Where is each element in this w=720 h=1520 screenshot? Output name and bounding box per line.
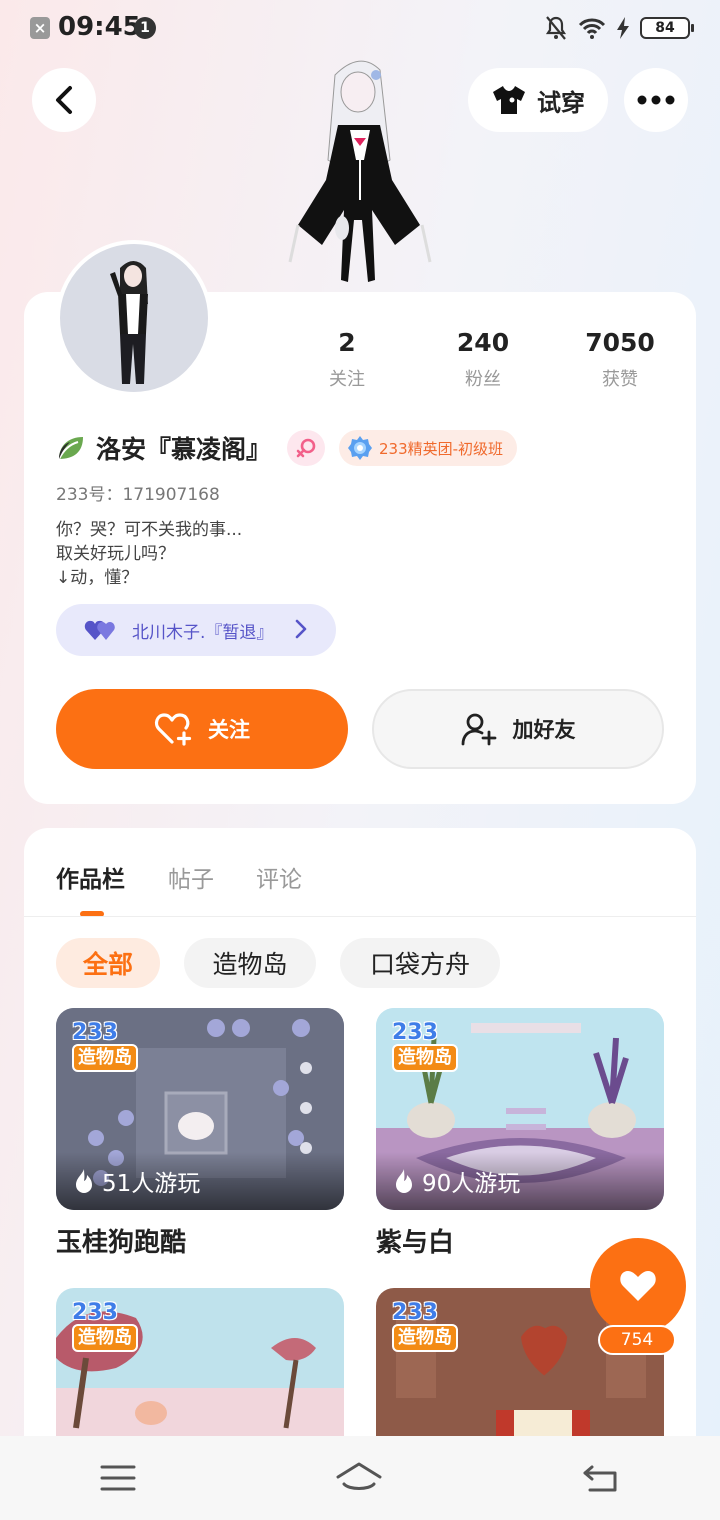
add-friend-label: 加好友 [512, 718, 576, 742]
character-avatar-figure [288, 60, 432, 282]
stat-following[interactable]: 2 关注 [292, 328, 402, 391]
chevron-left-icon [56, 86, 72, 114]
game-card[interactable]: 233 造物岛 [56, 1288, 344, 1436]
heart-icon [620, 1271, 656, 1301]
game-title[interactable]: 紫与白 [376, 1222, 454, 1259]
game-platform-logo-name: 造物岛 [392, 1324, 458, 1352]
game-platform-logo: 233 造物岛 [72, 1022, 142, 1072]
username: 洛安『慕凌阁』 [96, 435, 272, 464]
add-user-icon [461, 713, 496, 746]
avatar-figure [110, 261, 148, 384]
game-platform-logo-number: 233 [72, 1300, 118, 1325]
stat-likes-value: 7050 [585, 328, 655, 357]
play-count: 51人游玩 [102, 1171, 201, 1197]
fan-group-pill[interactable]: 北川木子.『暂退』 [56, 604, 336, 656]
status-time: 09:45 [58, 12, 141, 42]
filter-all[interactable]: 全部 [56, 938, 160, 988]
play-count-overlay: 90人游玩 [376, 1152, 664, 1210]
female-icon [296, 438, 316, 458]
charging-icon [617, 17, 629, 39]
menu-icon[interactable] [100, 1464, 136, 1492]
filter-creation-island[interactable]: 造物岛 [184, 938, 316, 988]
rank-badge[interactable]: 233精英团-初级班 [339, 430, 518, 466]
game-platform-logo-number: 233 [72, 1020, 118, 1045]
game-card[interactable]: 233 造物岛 90人游玩 [376, 1008, 664, 1210]
like-fab-button[interactable] [590, 1238, 686, 1334]
game-platform-logo: 233 造物岛 [392, 1022, 462, 1072]
fan-group-label: 北川木子.『暂退』 [132, 622, 274, 643]
leaf-icon [58, 437, 83, 460]
gender-badge [287, 430, 326, 466]
follow-label: 关注 [208, 718, 250, 742]
follow-button[interactable]: 关注 [56, 689, 348, 769]
name-row: 洛安『慕凌阁』 233精英团-初级班 [56, 428, 518, 468]
double-heart-icon [84, 620, 115, 640]
try-on-button[interactable]: 试穿 [468, 68, 608, 132]
add-friend-button[interactable]: 加好友 [372, 689, 664, 769]
status-icons: 84 [544, 14, 694, 42]
rank-badge-label: 233精英团-初级班 [379, 439, 504, 458]
game-platform-logo-number: 233 [392, 1020, 438, 1045]
like-count-badge: 754 [598, 1325, 676, 1355]
back-button[interactable] [32, 68, 96, 132]
filter-pocket-ark[interactable]: 口袋方舟 [340, 938, 500, 988]
game-title[interactable]: 玉桂狗跑酷 [56, 1222, 186, 1259]
status-bar: × 09:45 1 84 [0, 0, 720, 56]
tab-comments[interactable]: 评论 [256, 860, 302, 894]
flame-icon [76, 1169, 92, 1193]
stat-fans[interactable]: 240 粉丝 [428, 328, 538, 391]
game-platform-logo-name: 造物岛 [72, 1044, 138, 1072]
tshirt-icon [493, 86, 525, 114]
medal-icon [348, 436, 373, 460]
heart-plus-icon [154, 713, 192, 746]
mute-bell-icon [545, 16, 567, 40]
tab-works[interactable]: 作品栏 [56, 860, 125, 894]
play-count: 90人游玩 [422, 1171, 521, 1197]
back-nav-icon[interactable] [582, 1463, 620, 1493]
user-id: 233号：171907168 [56, 485, 220, 505]
wifi-icon [578, 18, 606, 39]
stat-following-value: 2 [338, 328, 356, 357]
home-icon[interactable] [335, 1461, 383, 1495]
system-nav-bar [0, 1436, 720, 1520]
game-platform-logo: 233 造物岛 [72, 1302, 142, 1352]
battery-indicator: 84 [640, 17, 694, 39]
app-notification-icon: × [30, 17, 50, 39]
chevron-right-icon [295, 619, 307, 639]
stat-following-label: 关注 [329, 369, 365, 390]
game-card[interactable]: 233 造物岛 51人游玩 [56, 1008, 344, 1210]
tab-divider [24, 916, 696, 917]
stat-likes-label: 获赞 [602, 369, 638, 390]
play-count-overlay: 51人游玩 [56, 1152, 344, 1210]
tab-posts[interactable]: 帖子 [168, 860, 214, 894]
game-platform-logo-name: 造物岛 [72, 1324, 138, 1352]
user-bio: 你？哭？可不关我的事... 取关好玩儿吗？ ↓动，懂？ [56, 520, 243, 588]
game-platform-logo: 233 造物岛 [392, 1302, 462, 1352]
notification-count-badge: 1 [134, 17, 156, 39]
stat-fans-label: 粉丝 [465, 369, 501, 390]
avatar[interactable] [56, 240, 212, 396]
more-options-button[interactable] [624, 68, 688, 132]
stat-fans-value: 240 [456, 328, 510, 357]
try-on-label: 试穿 [537, 88, 585, 117]
flame-icon [396, 1169, 412, 1193]
stat-likes[interactable]: 7050 获赞 [565, 328, 675, 391]
more-dots-icon [637, 95, 675, 105]
game-platform-logo-number: 233 [392, 1300, 438, 1325]
game-platform-logo-name: 造物岛 [392, 1044, 458, 1072]
